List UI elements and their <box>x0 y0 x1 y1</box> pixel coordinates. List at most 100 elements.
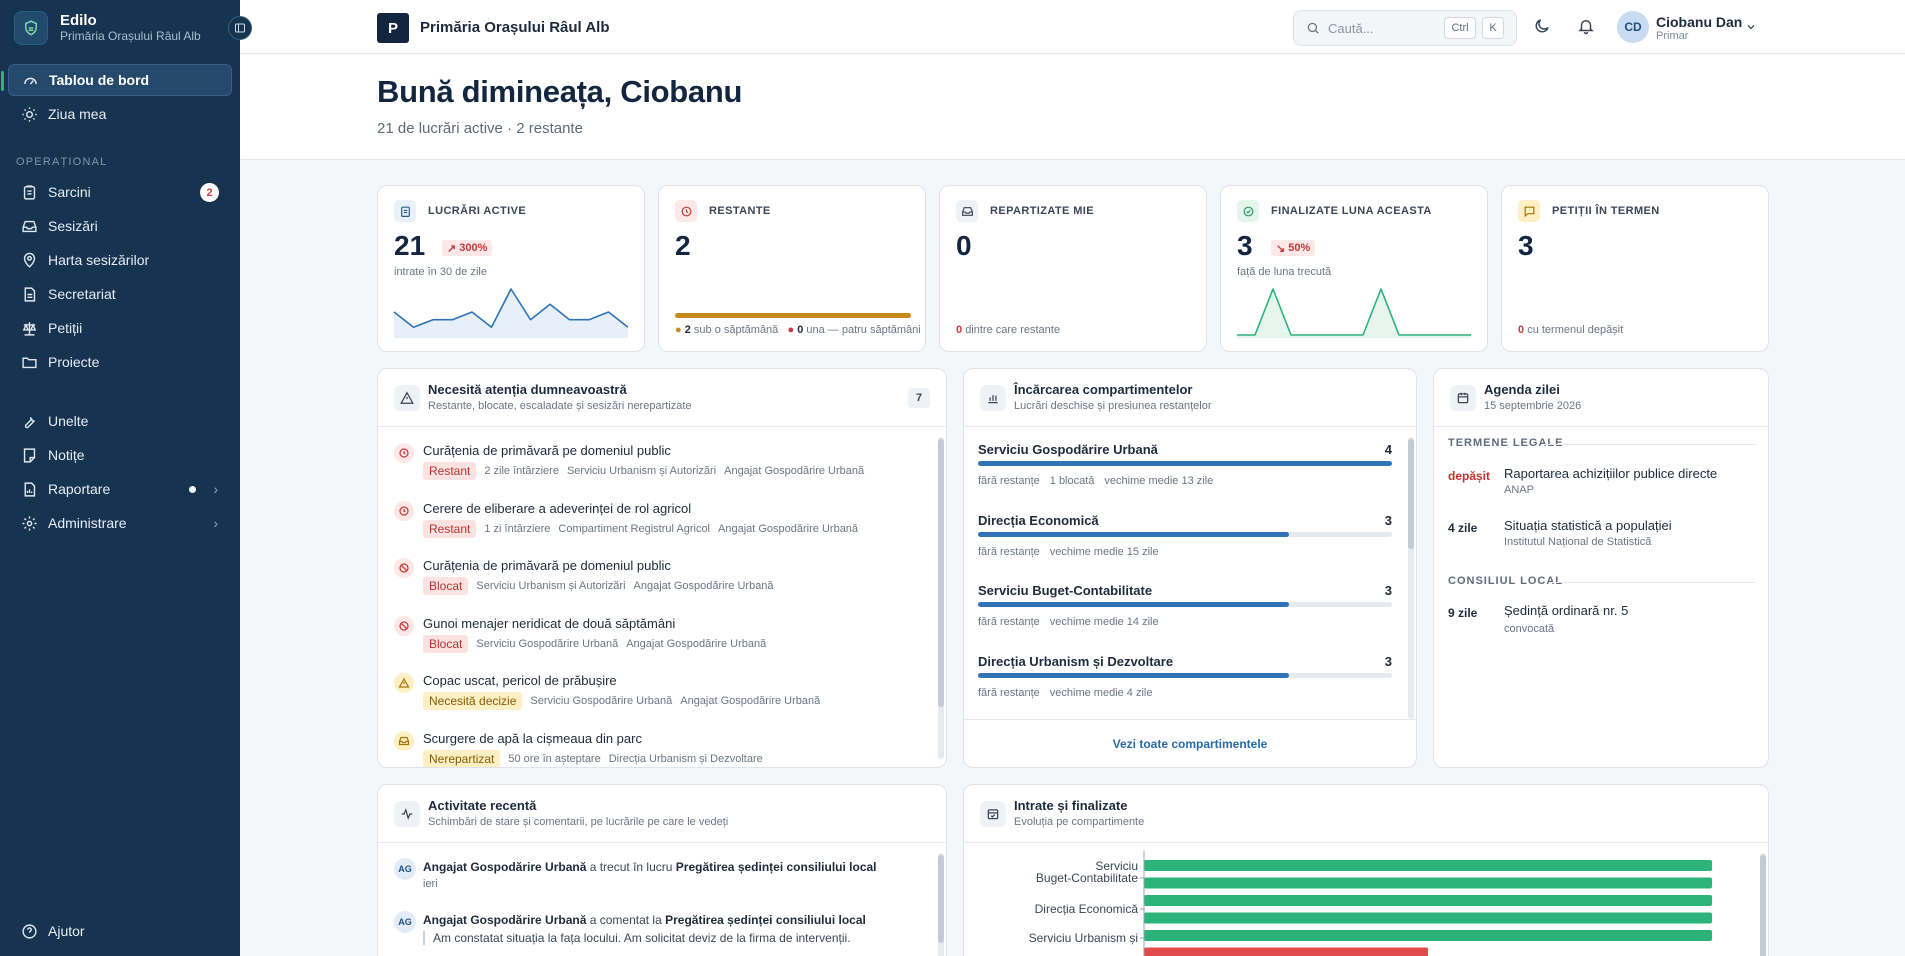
wrench-icon <box>20 412 38 430</box>
attention-item-title[interactable]: Copac uscat, pericol de prăbușire <box>423 673 617 688</box>
panel-header: Intrate și finalizate Evoluția pe compar… <box>964 785 1768 843</box>
amber-dot: ● <box>675 324 682 336</box>
sidebar-item-secretariat[interactable]: Secretariat <box>8 278 232 310</box>
meta-text: 2 zile întârziere <box>484 465 559 477</box>
bell-icon[interactable] <box>1577 17 1597 37</box>
attention-item[interactable]: Curățenia de primăvară pe domeniul publi… <box>378 546 938 604</box>
sidebar-item-label: Secretariat <box>48 286 116 302</box>
agenda-item-title[interactable]: Ședință ordinară nr. 5 <box>1504 603 1628 618</box>
moon-icon[interactable] <box>1533 17 1553 37</box>
sidebar-item-label: Tablou de bord <box>49 72 150 88</box>
sidebar-item-projects[interactable]: Proiecte <box>8 346 232 378</box>
blocked-icon <box>394 558 414 579</box>
view-all-departments-link[interactable]: Vezi toate compartimentele <box>964 719 1416 767</box>
overdue-month-count: 0 <box>797 324 804 336</box>
panel-subtitle: Evoluția pe compartimente <box>1014 816 1145 828</box>
chart-bar[interactable] <box>1144 860 1712 871</box>
agenda-section-legal: TERMENE LEGALE <box>1448 437 1564 449</box>
attention-item[interactable]: Gunoi menajer neridicat de două săptămân… <box>378 604 938 662</box>
scrollbar-thumb[interactable] <box>938 439 944 707</box>
flow-chart-panel: Intrate și finalizate Evoluția pe compar… <box>963 784 1769 956</box>
sidebar-item-label: Raportare <box>48 481 111 497</box>
sidebar-item-admin[interactable]: Administrare › <box>8 507 232 539</box>
activity-object[interactable]: Pregătirea ședinței consiliului local <box>665 913 866 927</box>
department-count: 3 <box>1384 653 1392 669</box>
activity-item[interactable]: AG Angajat Gospodărire Urbană a comentat… <box>394 911 914 955</box>
kpi-card-done[interactable]: FINALIZATE LUNA ACEASTA 3 ↘ 50% față de … <box>1220 185 1488 352</box>
user-name[interactable]: Ciobanu Dan <box>1656 14 1742 30</box>
activity-comment: Am constatat situația la fața locului. A… <box>423 931 851 945</box>
sidebar-item-reports-in[interactable]: Sesizări <box>8 210 232 242</box>
attention-item-title[interactable]: Scurgere de apă la cișmeaua din parc <box>423 731 642 746</box>
sidebar-item-notes[interactable]: Notițe <box>8 439 232 471</box>
department-row[interactable]: Direcția Urbanism și Dezvoltare 3 fără res… <box>978 654 1392 716</box>
attention-item-title[interactable]: Curățenia de primăvară pe domeniul publi… <box>423 558 671 573</box>
chart-category-label: Direcția Economică <box>1035 902 1139 916</box>
kpi-card-assigned[interactable]: REPARTIZATE MIE 0 0 dintre care restante <box>939 185 1207 352</box>
attention-item-title[interactable]: Gunoi menajer neridicat de două săptămân… <box>423 616 675 631</box>
sidebar-item-reporting[interactable]: Raportare › <box>8 473 232 505</box>
attention-item-title[interactable]: Cerere de eliberare a adeverinței de rol… <box>423 501 691 516</box>
search-placeholder: Caută... <box>1328 20 1374 36</box>
panel-header: Încărcarea compartimentelor Lucrări desc… <box>964 369 1416 427</box>
sidebar-item-tools[interactable]: Unelte <box>8 405 232 437</box>
sidebar-item-label: Petiții <box>48 320 83 336</box>
attention-item[interactable]: Copac uscat, pericol de prăbușire Necesit… <box>378 661 938 719</box>
kpi-card-overdue[interactable]: RESTANTE 2 ● 2 sub o săptămână ● 0 una —… <box>658 185 926 352</box>
sidebar-item-label: Sesizări <box>48 218 98 234</box>
search-input[interactable]: Caută... Ctrl K <box>1293 10 1517 46</box>
kpi-card-active[interactable]: LUCRĂRI ACTIVE 21 ↗ 300% intrate în 30 d… <box>377 185 645 352</box>
shield-logo-icon <box>14 11 48 45</box>
meta-text: Angajat Gospodărire Urbană <box>724 465 865 477</box>
attention-item-title[interactable]: Curățenia de primăvară pe domeniul publi… <box>423 443 671 458</box>
sidebar-item-dashboard[interactable]: Tablou de bord <box>1 64 232 96</box>
panel-subtitle: Schimbări de stare și comentarii, pe luc… <box>428 816 729 828</box>
sidebar-item-my-day[interactable]: Ziua mea <box>8 98 232 130</box>
chart-bar[interactable] <box>1144 877 1712 889</box>
chart-bar[interactable] <box>1144 912 1712 924</box>
kpi-footer: ● 2 sub o săptămână ● 0 una — patru săpt… <box>675 324 921 336</box>
chart-bar[interactable] <box>1144 947 1428 956</box>
chevron-down-icon[interactable] <box>1745 21 1757 33</box>
collapse-sidebar-icon[interactable] <box>228 16 252 40</box>
meta-text: Angajat Gospodărire Urbană <box>633 580 774 593</box>
sidebar-item-tasks[interactable]: Sarcini 2 <box>8 176 232 208</box>
sidebar-item-label: Administrare <box>48 515 127 531</box>
kbd-k: K <box>1482 17 1504 39</box>
department-meta: fără restanțe vechime medie 4 zile <box>978 687 1162 699</box>
brand[interactable]: Edilo Primăria Orașului Râul Alb <box>14 10 201 46</box>
activity-time: ieri <box>423 878 438 890</box>
chart-category-label: Serviciu Urbanism și <box>1029 931 1138 945</box>
search-icon <box>1306 21 1320 35</box>
topbar: P Primăria Orașului Râul Alb Caută... Ct… <box>240 0 1905 54</box>
activity-item[interactable]: AG Angajat Gospodărire Urbană a trecut î… <box>394 858 914 902</box>
divider <box>1544 444 1756 445</box>
attention-item-meta: Blocat Serviciu Gospodărire Urbană Angajat… <box>423 634 774 653</box>
sidebar-item-help[interactable]: Ajutor <box>8 915 232 947</box>
attention-item[interactable]: Curățenia de primăvară pe domeniul publi… <box>378 431 938 489</box>
org-logo: P <box>377 13 409 43</box>
scrollbar-thumb[interactable] <box>938 855 944 943</box>
avatar[interactable]: CD <box>1617 11 1649 43</box>
sidebar-item-map[interactable]: Harta sesizărilor <box>8 244 232 276</box>
attention-item[interactable]: Scurgere de apă la cișmeaua din parc Nere… <box>378 719 938 767</box>
sidebar-item-petitions[interactable]: Petiții <box>8 312 232 344</box>
kpi-card-petitions[interactable]: PETIȚII ÎN TERMEN 3 0 cu termenul depăși… <box>1501 185 1769 352</box>
agenda-item-title[interactable]: Raportarea achizițiilor publice directe <box>1504 466 1717 481</box>
inbox-icon <box>956 200 978 222</box>
scrollbar-thumb[interactable] <box>1760 855 1766 956</box>
department-row[interactable]: Direcția Economică 3 fără restanțe vechime … <box>978 513 1392 575</box>
scrollbar-thumb[interactable] <box>1408 439 1414 549</box>
department-row[interactable]: Serviciu Gospodărire Urbană 4 fără restanț… <box>978 442 1392 504</box>
activity-icon <box>394 801 420 827</box>
attention-item[interactable]: Cerere de eliberare a adeverinței de rol… <box>378 489 938 547</box>
chart-bar[interactable] <box>1144 930 1712 941</box>
message-icon <box>1518 200 1540 222</box>
department-load-bar <box>978 461 1392 466</box>
activity-object[interactable]: Pregătirea ședinței consiliului local <box>676 860 877 874</box>
chart-bar[interactable] <box>1144 895 1712 906</box>
sun-icon <box>20 105 38 123</box>
agenda-item-title[interactable]: Situația statistică a populației <box>1504 518 1672 533</box>
department-row[interactable]: Serviciu Buget-Contabilitate 3 fără restan… <box>978 583 1392 645</box>
department-name: Serviciu Buget-Contabilitate <box>978 583 1153 598</box>
